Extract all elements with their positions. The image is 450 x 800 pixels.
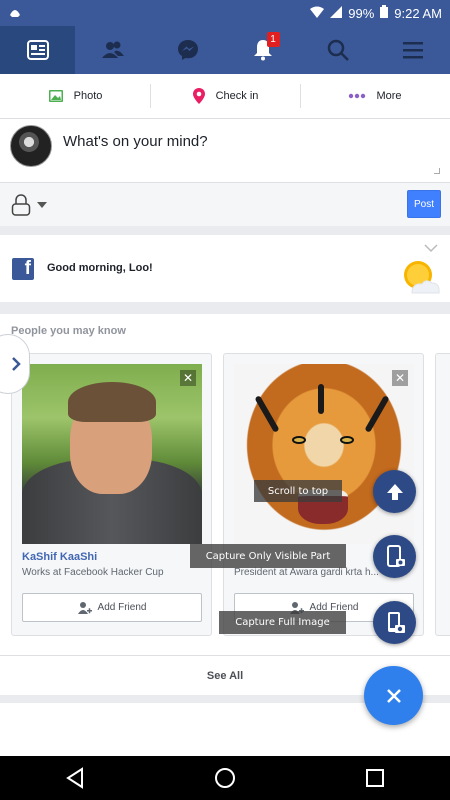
nav-search[interactable] <box>300 26 375 74</box>
add-friend-label: Add Friend <box>97 602 147 613</box>
more-dots-icon <box>349 93 366 99</box>
nav-notifications[interactable]: 1 <box>225 26 300 74</box>
location-pin-icon <box>192 88 205 104</box>
nav-menu[interactable] <box>375 26 450 74</box>
suggestion-card[interactable]: ✕ KaShif KaaShi Works at Facebook Hacker… <box>11 353 212 636</box>
check-in-label: Check in <box>215 90 259 102</box>
search-icon <box>327 39 349 61</box>
nav-friend-requests[interactable] <box>75 26 150 74</box>
android-nav-bar <box>0 756 450 800</box>
facebook-logo-icon: f <box>12 258 34 280</box>
app-notification-icon <box>8 5 310 22</box>
more-button[interactable]: More <box>300 74 450 118</box>
capture-full-tooltip: Capture Full Image <box>219 611 346 634</box>
top-nav: 1 <box>0 26 450 74</box>
status-bar: 99% 9:22 AM <box>0 0 450 26</box>
recent-apps-icon[interactable] <box>364 767 386 789</box>
add-friend-icon <box>77 601 92 614</box>
notification-badge: 1 <box>266 32 280 47</box>
greeting-card: f Good morning, Loo! <box>0 235 450 302</box>
close-fab-button[interactable] <box>364 666 423 725</box>
capture-full-button[interactable] <box>373 601 416 644</box>
photo-label: Photo <box>73 90 103 102</box>
home-icon[interactable] <box>214 767 236 789</box>
status-input[interactable]: What's on your mind? <box>63 133 208 150</box>
hamburger-menu-icon <box>402 42 423 59</box>
full-page-capture-icon <box>387 611 405 633</box>
nav-messenger[interactable] <box>150 26 225 74</box>
scroll-to-top-button[interactable] <box>373 470 416 513</box>
wifi-icon <box>310 6 325 21</box>
nav-news-feed[interactable] <box>0 26 75 74</box>
carousel-prev-button[interactable] <box>0 334 30 394</box>
news-feed-icon <box>26 40 49 60</box>
profile-photo[interactable]: ✕ <box>234 364 414 544</box>
chevron-down-icon[interactable] <box>424 243 438 253</box>
section-title: People you may know <box>11 325 126 337</box>
photo-button[interactable]: Photo <box>0 74 150 118</box>
photo-icon <box>48 90 63 102</box>
messenger-icon <box>177 40 198 60</box>
capture-visible-tooltip: Capture Only Visible Part <box>190 544 346 568</box>
profile-photo[interactable]: ✕ <box>22 364 202 544</box>
close-icon <box>386 688 401 703</box>
close-icon[interactable]: ✕ <box>392 370 408 386</box>
suggestion-card[interactable] <box>435 353 450 636</box>
chevron-down-icon[interactable] <box>37 202 47 208</box>
friends-icon <box>101 41 124 58</box>
sun-cloud-icon <box>404 261 440 294</box>
signal-icon <box>330 5 343 21</box>
battery-icon <box>380 5 389 21</box>
phone-capture-icon <box>386 544 405 567</box>
clock: 9:22 AM <box>394 5 442 21</box>
add-friend-button[interactable]: Add Friend <box>22 593 202 622</box>
back-icon[interactable] <box>64 767 86 789</box>
chevron-right-icon <box>12 357 21 371</box>
scroll-to-top-tooltip: Scroll to top <box>254 480 342 502</box>
close-icon[interactable]: ✕ <box>180 370 196 386</box>
greeting-text: Good morning, Loo! <box>47 262 153 274</box>
resize-handle[interactable] <box>434 168 440 174</box>
person-name[interactable]: KaShif KaaShi <box>22 551 97 563</box>
post-button[interactable]: Post <box>407 190 441 218</box>
post-composer: Photo Check in More What's on your mind? <box>0 74 450 182</box>
lock-icon[interactable] <box>11 194 31 216</box>
check-in-button[interactable]: Check in <box>150 74 300 118</box>
person-work: Works at Facebook Hacker Cup <box>22 567 164 578</box>
arrow-up-icon <box>386 483 403 500</box>
privacy-row: Post <box>0 182 450 226</box>
battery-percentage: 99% <box>348 5 375 21</box>
avatar[interactable] <box>10 125 52 167</box>
capture-visible-button[interactable] <box>373 535 416 578</box>
more-label: More <box>376 90 402 102</box>
